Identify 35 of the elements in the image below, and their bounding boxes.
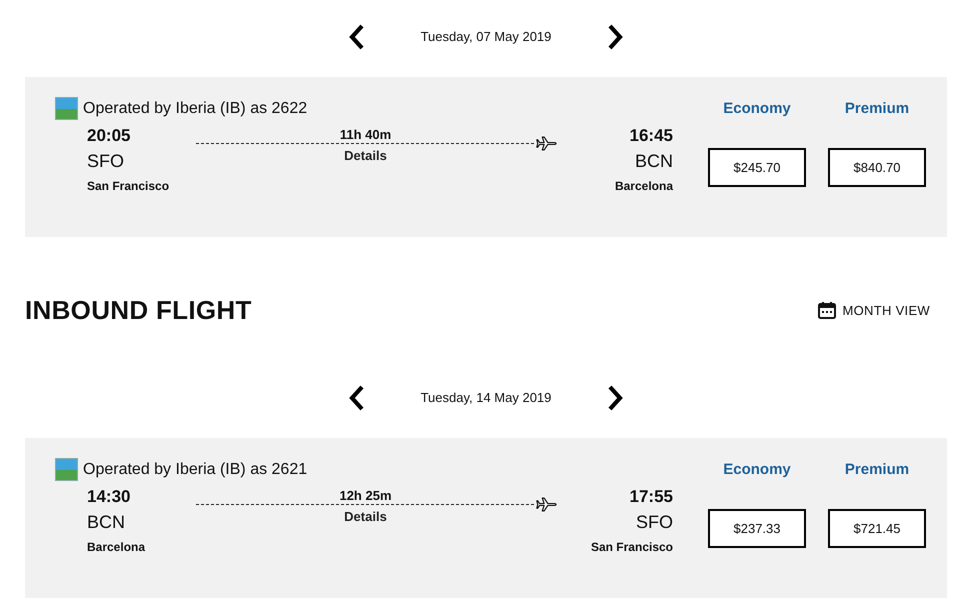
flight-duration: 11h 40m <box>338 127 392 143</box>
departure-airport-code: BCN <box>87 511 126 534</box>
departure-time: 14:30 <box>87 486 130 508</box>
departure-city: Barcelona <box>87 539 146 556</box>
flight-duration: 12h 25m <box>338 488 393 504</box>
fare-price-button[interactable]: $237.33 <box>708 509 806 548</box>
date-label: Tuesday, 14 May 2019 <box>420 390 552 405</box>
arrival-airport-code: SFO <box>636 511 673 534</box>
departure-airport-code: SFO <box>87 150 124 173</box>
cabin-class-label: Premium <box>844 99 910 119</box>
logo-icon <box>55 97 78 120</box>
cabin-class-label: Economy <box>723 460 791 480</box>
cabin-class-label: Economy <box>723 99 791 119</box>
fare-price-button[interactable]: $721.45 <box>828 509 926 548</box>
departure-city: San Francisco <box>87 178 170 195</box>
month-view-button[interactable]: MONTH VIEW <box>818 301 930 319</box>
section-title: INBOUND FLIGHT <box>25 294 252 326</box>
cabin-class-label: Premium <box>844 460 910 480</box>
airplane-icon <box>535 497 557 512</box>
arrival-time: 16:45 <box>630 125 673 147</box>
departure-time: 20:05 <box>87 125 130 147</box>
operator-text: Operated by Iberia (IB) as 2622 <box>83 100 308 118</box>
logo-icon <box>55 458 78 481</box>
airplane-icon <box>535 136 557 151</box>
arrival-time: 17:55 <box>630 486 673 508</box>
arrival-city: San Francisco <box>590 539 673 556</box>
calendar-icon <box>818 301 836 319</box>
fare-price-button[interactable]: $245.70 <box>708 148 806 187</box>
details-link[interactable]: Details <box>196 148 535 164</box>
fare-price-button[interactable]: $840.70 <box>828 148 926 187</box>
date-label: Tuesday, 07 May 2019 <box>420 29 552 44</box>
operator-text: Operated by Iberia (IB) as 2621 <box>83 460 308 478</box>
arrival-airport-code: BCN <box>634 150 673 173</box>
details-link[interactable]: Details <box>196 509 535 525</box>
arrival-city: Barcelona <box>614 178 673 195</box>
